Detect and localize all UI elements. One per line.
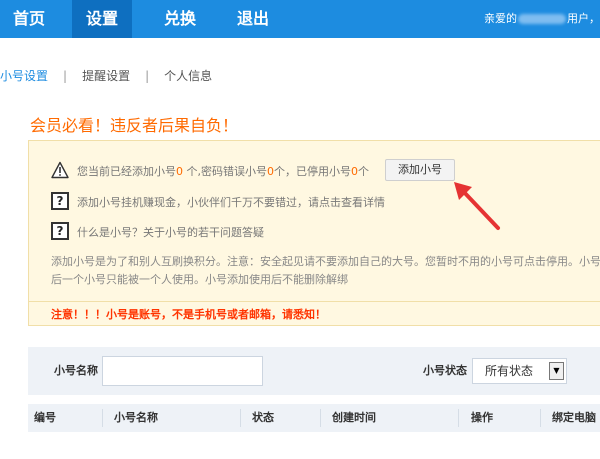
col-account-name: 小号名称 [114,411,158,424]
nav-logout[interactable]: 退出 [224,0,282,38]
greeting-prefix: 亲爱的 [484,12,517,25]
account-name-label: 小号名称 [54,364,98,377]
status-text: 个，已停用小号 [274,165,351,178]
table-header: 编号 小号名称 状态 创建时间 操作 绑定电脑 [28,404,600,432]
nav-settings[interactable]: 设置 [72,0,132,38]
greeting-suffix: 用户， [567,12,600,25]
notice-footer: 注意！！！小号是账号，不是手机号或者邮箱，请悉知！ [29,301,600,326]
nav-exchange[interactable]: 兑换 [151,0,209,38]
blurred-username [518,14,566,24]
red-arrow-icon [454,182,500,230]
warning-triangle-icon [51,161,69,179]
account-name-input[interactable] [102,356,263,386]
col-actions: 操作 [471,411,493,424]
tab-separator: | [63,69,68,83]
faq-link[interactable]: 什么是小号？关于小号的若干问题答疑 [77,224,264,240]
account-status-label: 小号状态 [423,364,467,377]
filter-bar: 小号名称 小号状态 所有状态 ▼ [28,347,600,395]
col-number: 编号 [34,411,56,424]
account-status-select[interactable]: 所有状态 ▼ [472,358,567,384]
column-divider [102,409,103,427]
tab-account-settings[interactable]: 小号设置 [0,69,48,83]
warning-title: 会员必看！违反者后果自负！ [30,116,239,135]
status-text: 个,密码错误小号 [183,165,267,178]
tab-reminder-settings[interactable]: 提醒设置 [82,69,130,83]
status-select-value: 所有状态 [485,364,534,378]
column-divider [458,409,459,427]
tab-separator: | [145,69,150,83]
top-nav: 首页 设置 兑换 退出 亲爱的 用户， [0,0,600,38]
col-created-time: 创建时间 [332,411,376,424]
status-text: 个 [358,165,369,178]
add-account-button[interactable]: 添加小号 [385,159,455,181]
account-status-line: 您当前已经添加小号0 个,密码错误小号0个，已停用小号0个 [77,163,369,179]
user-greeting: 亲爱的 用户， [484,0,600,38]
notice-description: 添加小号是为了和别人互刷换积分。注意：安全起见请不要添加自己的大号。您暂时不用的… [51,255,600,286]
notice-box: 您当前已经添加小号0 个,密码错误小号0个，已停用小号0个 添加小号 ? 添加小… [28,140,600,326]
disabled-count: 0 [351,165,358,178]
sub-tabs: 小号设置 | 提醒设置 | 个人信息 [0,66,212,86]
status-text: 您当前已经添加小号 [77,165,176,178]
question-icon: ? [51,192,69,210]
col-bound-computer: 绑定电脑 [552,411,596,424]
tab-personal-info[interactable]: 个人信息 [164,69,212,83]
question-icon: ? [51,222,69,240]
wrong-password-count: 0 [267,165,274,178]
column-divider [320,409,321,427]
col-status: 状态 [252,411,274,424]
column-divider [540,409,541,427]
earn-cash-link[interactable]: 添加小号挂机赚现金，小伙伴们千万不要错过，请点击查看详情 [77,194,385,210]
added-count: 0 [176,165,183,178]
nav-home[interactable]: 首页 [0,0,58,38]
chevron-down-icon[interactable]: ▼ [549,362,564,380]
column-divider [240,409,241,427]
